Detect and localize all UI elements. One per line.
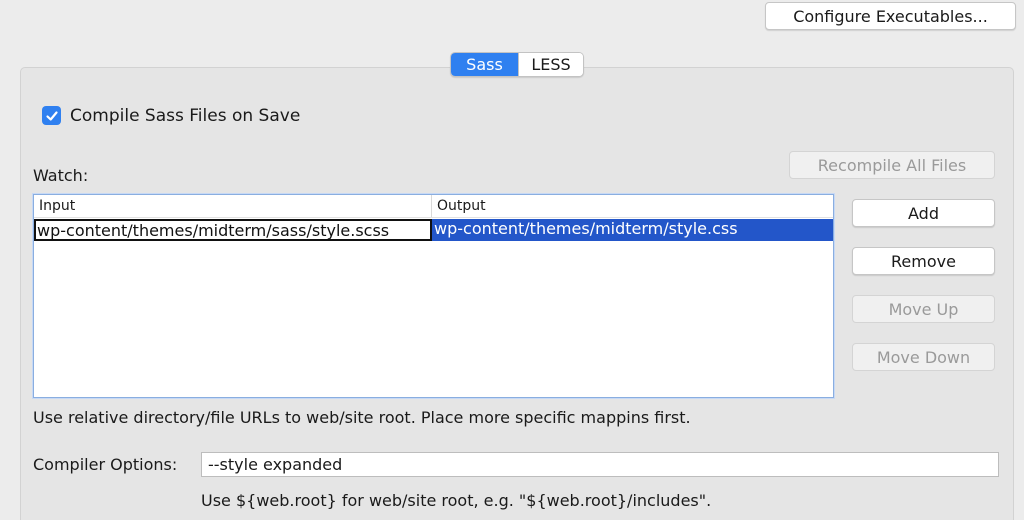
recompile-all-files-button[interactable]: Recompile All Files [789,151,995,179]
output-cell[interactable]: wp-content/themes/midterm/style.css [432,219,833,241]
checkmark-icon [45,110,58,121]
table-header: Input Output [34,195,833,218]
tab-switcher: Sass LESS [450,52,584,77]
sass-options-panel: Configure Executables... Sass LESS Compi… [0,0,1024,520]
relative-urls-hint: Use relative directory/file URLs to web/… [33,408,691,427]
watch-label: Watch: [33,166,89,185]
web-root-hint: Use ${web.root} for web/site root, e.g. … [201,491,712,510]
move-down-button[interactable]: Move Down [852,343,995,371]
column-header-input[interactable]: Input [34,195,432,217]
compile-on-save-label[interactable]: Compile Sass Files on Save [70,105,300,127]
watch-table[interactable]: Input Output wp-content/themes/midterm/s… [33,194,834,398]
input-cell-editor[interactable]: wp-content/themes/midterm/sass/style.scs… [34,219,432,241]
input-cell-text: wp-content/themes/midterm/sass/style.scs… [37,221,390,240]
move-up-button[interactable]: Move Up [852,295,995,323]
remove-button[interactable]: Remove [852,247,995,275]
compiler-options-input[interactable] [201,452,999,477]
table-row[interactable]: wp-content/themes/midterm/sass/style.scs… [34,219,833,241]
compile-on-save-checkbox[interactable] [42,106,61,125]
tab-less[interactable]: LESS [518,53,583,76]
compiler-options-label: Compiler Options: [33,455,178,474]
tab-sass[interactable]: Sass [451,53,518,76]
column-header-output[interactable]: Output [432,195,833,217]
configure-executables-button[interactable]: Configure Executables... [765,2,1016,30]
add-button[interactable]: Add [852,199,995,227]
